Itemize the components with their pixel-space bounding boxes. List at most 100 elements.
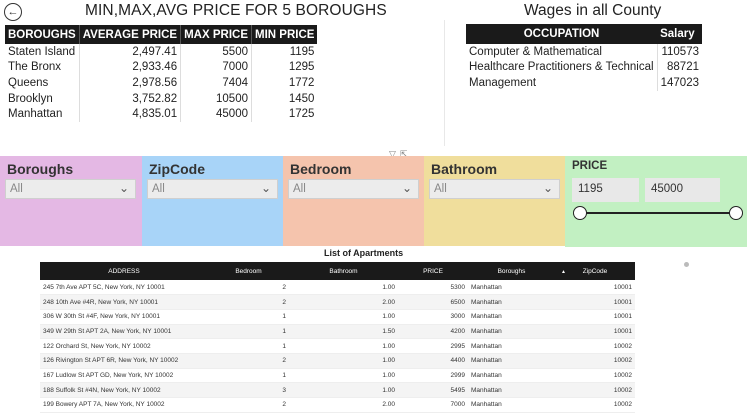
zipcode-cell: 10002 [555, 397, 635, 413]
occupation-name: Healthcare Practitioners & Technical [469, 61, 654, 74]
table-row[interactable]: Brooklyn 3,752.82 10500 1450 [5, 90, 318, 107]
table-row[interactable]: 126 Rivington St APT 6R, New York, NY 10… [40, 353, 635, 369]
column-header-boroughs[interactable]: BOROUGHS [5, 25, 80, 44]
borough-cell: Manhattan [468, 368, 555, 384]
bedroom-cell: 1 [208, 309, 289, 325]
table-row[interactable]: 167 Ludlow St APT GD, New York, NY 10002… [40, 368, 635, 384]
price-min-input[interactable]: 1195 [572, 178, 639, 202]
borough-cell: Manhattan [468, 309, 555, 325]
column-header-price[interactable]: PRICE [398, 262, 468, 280]
address-cell: 349 W 29th St APT 2A, New York, NY 10001 [40, 324, 208, 340]
price-cell: 3000 [398, 309, 468, 325]
borough-cell: Manhattan [468, 382, 555, 398]
average-price: 2,933.46 [78, 59, 181, 76]
average-price: 4,835.01 [78, 106, 181, 122]
table-row[interactable]: Healthcare Practitioners & Technical 887… [466, 59, 702, 76]
max-price: 10500 [180, 90, 252, 107]
column-header-zipcode[interactable]: ZipCode [555, 262, 635, 280]
occupation-name: Computer & Mathematical [469, 45, 602, 58]
salary-value: 147023 [656, 75, 702, 91]
min-price: 1725 [251, 106, 318, 122]
bathroom-cell: 1.00 [289, 309, 398, 325]
column-header-boroughs[interactable]: Boroughs [468, 262, 555, 280]
back-button[interactable]: ← [4, 3, 22, 21]
price-cell: 4200 [398, 324, 468, 340]
bedroom-cell: 2 [208, 280, 289, 296]
price-cell: 2995 [398, 338, 468, 354]
min-price: 1195 [251, 44, 318, 60]
table-row[interactable]: 245 7th Ave APT 5C, New York, NY 10001 2… [40, 280, 635, 296]
price-cell: 7000 [398, 397, 468, 413]
dropdown-value: All [152, 183, 165, 195]
chevron-down-icon: ⌄ [401, 181, 412, 195]
average-price: 2,497.41 [78, 44, 181, 60]
bathroom-cell: 1.00 [289, 338, 398, 354]
column-header-bedroom[interactable]: Bedroom [208, 262, 289, 280]
column-header-occupation[interactable]: OCCUPATION [466, 24, 658, 44]
borough-name: Queens [8, 76, 49, 89]
max-price: 7000 [180, 59, 252, 76]
table-row[interactable]: 199 Bowery APT 7A, New York, NY 10002 2 … [40, 397, 635, 413]
table-row[interactable]: Staten Island 2,497.41 5500 1195 [5, 44, 318, 60]
price-slider-max-handle[interactable] [729, 206, 743, 220]
address-cell: 126 Rivington St APT 6R, New York, NY 10… [40, 353, 208, 369]
borough-cell: Manhattan [468, 324, 555, 340]
address-cell: 199 Bowery APT 7A, New York, NY 10002 [40, 397, 208, 413]
table-row[interactable]: Queens 2,978.56 7404 1772 [5, 75, 318, 91]
price-cell: 5495 [398, 382, 468, 398]
borough-cell: Manhattan [468, 294, 555, 310]
table-row[interactable]: The Bronx 2,933.46 7000 1295 [5, 59, 318, 76]
address-cell: 245 7th Ave APT 5C, New York, NY 10001 [40, 280, 208, 296]
bathroom-cell: 1.00 [289, 368, 398, 384]
table-row[interactable]: 349 W 29th St APT 2A, New York, NY 10001… [40, 324, 635, 340]
borough-name: Manhattan [8, 108, 63, 121]
salary-value: 88721 [656, 59, 702, 76]
table-row[interactable]: 306 W 30th St #4F, New York, NY 10001 1 … [40, 309, 635, 325]
slicer-bedroom: Bedroom All ⌄ [283, 156, 424, 246]
table-row[interactable]: Computer & Mathematical 110573 [466, 44, 702, 60]
zipcode-dropdown[interactable]: All ⌄ [147, 179, 278, 199]
price-cell: 2999 [398, 368, 468, 384]
column-header-address[interactable]: ADDRESS [40, 262, 208, 280]
borough-name: The Bronx [8, 61, 62, 74]
column-header-min-price[interactable]: MIN PRICE [251, 25, 318, 44]
slicer-label: Bedroom [290, 161, 352, 177]
address-cell: 122 Orchard St, New York, NY 10002 [40, 338, 208, 354]
zipcode-cell: 10001 [555, 309, 635, 325]
max-price: 7404 [180, 75, 252, 91]
slicer-boroughs: Boroughs All ⌄ [0, 156, 142, 246]
borough-cell: Manhattan [468, 353, 555, 369]
price-slider-track[interactable] [581, 212, 736, 214]
min-price: 1450 [251, 90, 318, 107]
bathroom-cell: 2.00 [289, 294, 398, 310]
zipcode-cell: 10001 [555, 294, 635, 310]
table-row[interactable]: 188 Suffolk St #4N, New York, NY 10002 3… [40, 382, 635, 398]
price-cell: 5300 [398, 280, 468, 296]
column-header-salary[interactable]: Salary [657, 24, 702, 44]
bathroom-cell: 1.00 [289, 382, 398, 398]
price-max-input[interactable]: 45000 [645, 178, 720, 202]
arrow-left-icon: ← [7, 6, 19, 18]
wages-table-title: Wages in all County [524, 2, 662, 19]
bedroom-cell: 1 [208, 338, 289, 354]
apartments-list-title: List of Apartments [324, 248, 404, 258]
table-row[interactable]: Manhattan 4,835.01 45000 1725 [5, 106, 318, 122]
bathroom-dropdown[interactable]: All ⌄ [429, 179, 560, 199]
table-row[interactable]: Management 147023 [466, 75, 702, 91]
column-header-bathroom[interactable]: Bathroom [289, 262, 398, 280]
address-cell: 167 Ludlow St APT GD, New York, NY 10002 [40, 368, 208, 384]
bathroom-cell: 1.50 [289, 324, 398, 340]
zipcode-cell: 10002 [555, 338, 635, 354]
borough-cell: Manhattan [468, 397, 555, 413]
price-slider-min-handle[interactable] [573, 206, 587, 220]
bedroom-cell: 1 [208, 324, 289, 340]
table-row[interactable]: 248 10th Ave #4R, New York, NY 10001 2 2… [40, 294, 635, 310]
column-header-average-price[interactable]: AVERAGE PRICE [79, 25, 182, 44]
bedroom-dropdown[interactable]: All ⌄ [288, 179, 419, 199]
boroughs-dropdown[interactable]: All ⌄ [5, 179, 136, 199]
price-table-title: MIN,MAX,AVG PRICE FOR 5 BOROUGHS [85, 2, 387, 19]
slicer-label: PRICE [572, 160, 608, 172]
bedroom-cell: 2 [208, 397, 289, 413]
column-header-max-price[interactable]: MAX PRICE [180, 25, 252, 44]
table-row[interactable]: 122 Orchard St, New York, NY 10002 1 1.0… [40, 338, 635, 354]
